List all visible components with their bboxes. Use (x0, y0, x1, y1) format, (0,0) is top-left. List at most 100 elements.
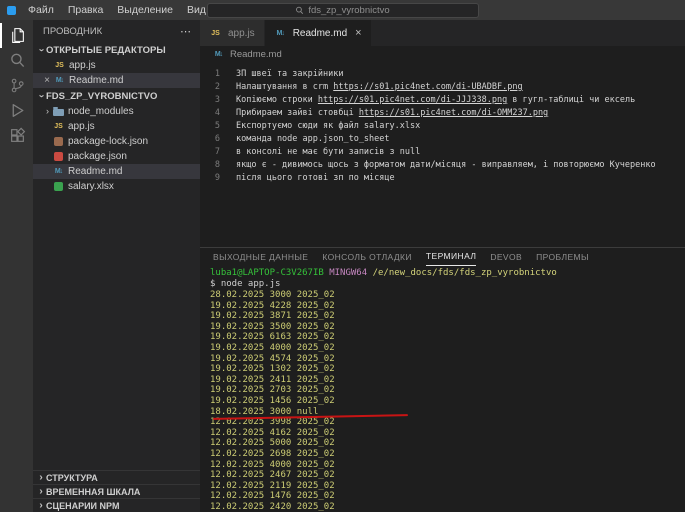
chevron-down-icon: › (36, 91, 46, 101)
text-segment: команда node app.json_to_sheet (236, 134, 390, 144)
open-editors-list: app.js×Readme.md (33, 58, 200, 88)
file-tree: ›node_modulesapp.jspackage-lock.jsonpack… (33, 104, 200, 194)
code-line: 6 команда node app.json_to_sheet (200, 133, 685, 146)
tab-readme-md[interactable]: Readme.md × (265, 20, 372, 46)
line-text: якщо є - дивимось щось з форматом дати/м… (236, 159, 656, 172)
url-link[interactable]: https://s01.pic4net.com/di-UBADBF.png (333, 82, 522, 92)
close-icon[interactable]: × (355, 28, 361, 39)
terminal-row: 12.02.2025 2467 2025_02 (210, 470, 685, 481)
chevron-right-icon: › (36, 487, 46, 497)
run-debug-icon (9, 102, 26, 119)
tab-label: Readme.md (293, 28, 347, 39)
file-salary.xlsx[interactable]: salary.xlsx (33, 179, 200, 194)
extensions-icon (9, 127, 26, 144)
sidebar-explorer: ПРОВОДНИК ⋯ › ОТКРЫТЫЕ РЕДАКТОРЫ app.js×… (33, 20, 200, 512)
open-editor-app.js[interactable]: app.js (33, 58, 200, 73)
file-Readme.md[interactable]: Readme.md (33, 164, 200, 179)
url-link[interactable]: https://s01.pic4net.com/di-OMM237.png (359, 108, 548, 118)
open-editor-Readme.md[interactable]: ×Readme.md (33, 73, 200, 88)
code-line: 7в консолі не має бути записів з null (200, 146, 685, 159)
chevron-down-icon: › (36, 45, 46, 55)
activity-source-control[interactable] (0, 73, 33, 98)
sidebar-empty-space (33, 194, 200, 470)
close-icon[interactable]: × (41, 75, 53, 86)
terminal-row: 12.02.2025 3998 2025_02 (210, 417, 685, 428)
search-text: fds_zp_vyrobnictvo (308, 5, 389, 16)
panel-tab-2[interactable]: ТЕРМИНАЛ (426, 248, 476, 266)
terminal-output: 28.02.2025 3000 2025_0219.02.2025 4228 2… (210, 290, 685, 512)
panel-tab-0[interactable]: ВЫХОДНЫЕ ДАННЫЕ (213, 249, 308, 266)
terminal-row: 19.02.2025 6163 2025_02 (210, 332, 685, 343)
menu-item-0[interactable]: Файл (21, 0, 61, 20)
panel-tab-1[interactable]: КОНСОЛЬ ОТЛАДКИ (322, 249, 412, 266)
terminal-row: 12.02.2025 5000 2025_02 (210, 438, 685, 449)
source-control-icon (9, 77, 26, 94)
open-editors-header[interactable]: › ОТКРЫТЫЕ РЕДАКТОРЫ (33, 42, 200, 58)
terminal-row: 19.02.2025 4228 2025_02 (210, 301, 685, 312)
vscode-logo-icon (7, 6, 16, 15)
more-actions-icon[interactable]: ⋯ (180, 25, 192, 38)
text-segment: Налаштування в crm (236, 82, 333, 92)
file-package-lock.json[interactable]: package-lock.json (33, 134, 200, 149)
line-text: після цього готові зп по місяце (236, 172, 395, 185)
code-line: 5Експортуємо сюди як файл salary.xlsx (200, 120, 685, 133)
terminal-row: 12.02.2025 2119 2025_02 (210, 481, 685, 492)
sidebar-bottom-sections: ›СТРУКТУРА›ВРЕМЕННАЯ ШКАЛА›СЦЕНАРИИ NPM (33, 470, 200, 512)
line-number: 3 (200, 94, 230, 107)
file-package.json[interactable]: package.json (33, 149, 200, 164)
terminal-row: 28.02.2025 3000 2025_02 (210, 290, 685, 301)
project-root-header[interactable]: › FDS_ZP_VYROBNICTVO (33, 88, 200, 104)
terminal-row: 19.02.2025 1456 2025_02 (210, 396, 685, 407)
panel-tab-4[interactable]: ПРОБЛЕМЫ (536, 249, 589, 266)
panel-tab-3[interactable]: DEVOB (490, 249, 522, 266)
sidebar-section-2[interactable]: ›СЦЕНАРИИ NPM (33, 498, 200, 512)
folder-file-icon (52, 106, 65, 118)
chevron-right-icon: › (36, 473, 46, 483)
editor-content[interactable]: 1ЗП швеї та закрійники2Налаштування в cr… (200, 62, 685, 247)
breadcrumb-filename: Readme.md (230, 49, 282, 60)
text-segment: ЗП швеї та закрійники (236, 69, 343, 79)
line-number: 2 (200, 81, 230, 94)
activity-run-debug[interactable] (0, 98, 33, 123)
menu-item-1[interactable]: Правка (61, 0, 110, 20)
terminal-row: 12.02.2025 4162 2025_02 (210, 428, 685, 439)
terminal-row: 12.02.2025 2420 2025_02 (210, 502, 685, 512)
sidebar-section-1[interactable]: ›ВРЕМЕННАЯ ШКАЛА (33, 484, 200, 498)
terminal[interactable]: luba1@LAPTOP-C3V267IB MINGW64 /e/new_doc… (200, 266, 685, 512)
terminal-row: 19.02.2025 2703 2025_02 (210, 385, 685, 396)
js-file-icon (52, 121, 65, 133)
file-app.js[interactable]: app.js (33, 119, 200, 134)
prompt-user: luba1@LAPTOP-C3V267IB (210, 268, 324, 278)
titlebar: ФайлПравкаВыделениеВидПереход fds_zp_vyr… (0, 0, 685, 20)
file-node_modules[interactable]: ›node_modules (33, 104, 200, 119)
sidebar-section-0[interactable]: ›СТРУКТУРА (33, 470, 200, 484)
terminal-row-null: 18.02.2025 3000 null (210, 407, 685, 418)
terminal-row: 19.02.2025 4000 2025_02 (210, 343, 685, 354)
md-file-icon (52, 166, 65, 178)
terminal-command: $ node app.js (210, 279, 685, 290)
tab-app-js[interactable]: app.js (200, 20, 265, 46)
text-segment: Копіюємо строки (236, 95, 318, 105)
activity-explorer[interactable] (0, 23, 33, 48)
vscode-window: ФайлПравкаВыделениеВидПереход fds_zp_vyr… (0, 0, 685, 512)
terminal-row: 12.02.2025 2698 2025_02 (210, 449, 685, 460)
line-text: Копіюємо строки https://s01.pic4net.com/… (236, 94, 635, 107)
terminal-row: 19.02.2025 4574 2025_02 (210, 354, 685, 365)
line-text: Прибираем зайві стовбці https://s01.pic4… (236, 107, 548, 120)
file-name: salary.xlsx (68, 181, 114, 192)
activity-extensions[interactable] (0, 123, 33, 148)
line-text: команда node app.json_to_sheet (236, 133, 390, 146)
url-link[interactable]: https://s01.pic4net.com/di-JJJ338.png (318, 95, 507, 105)
text-segment: Експортуємо сюди як файл salary.xlsx (236, 121, 420, 131)
line-number: 6 (200, 133, 230, 146)
explorer-header: ПРОВОДНИК ⋯ (33, 20, 200, 42)
breadcrumb[interactable]: Readme.md (200, 46, 685, 62)
bottom-panel: ВЫХОДНЫЕ ДАННЫЕ КОНСОЛЬ ОТЛАДКИ ТЕРМИНАЛ DE… (200, 247, 685, 512)
prompt-path: /e/new_docs/fds/fds_zp_vyrobnictvo (373, 268, 557, 278)
menu-item-2[interactable]: Выделение (110, 0, 180, 20)
section-label: СЦЕНАРИИ NPM (46, 501, 120, 511)
md-file-icon (53, 75, 66, 87)
command-center-search[interactable]: fds_zp_vyrobnictvo (207, 3, 479, 18)
search-icon (295, 6, 304, 15)
activity-search[interactable] (0, 48, 33, 73)
